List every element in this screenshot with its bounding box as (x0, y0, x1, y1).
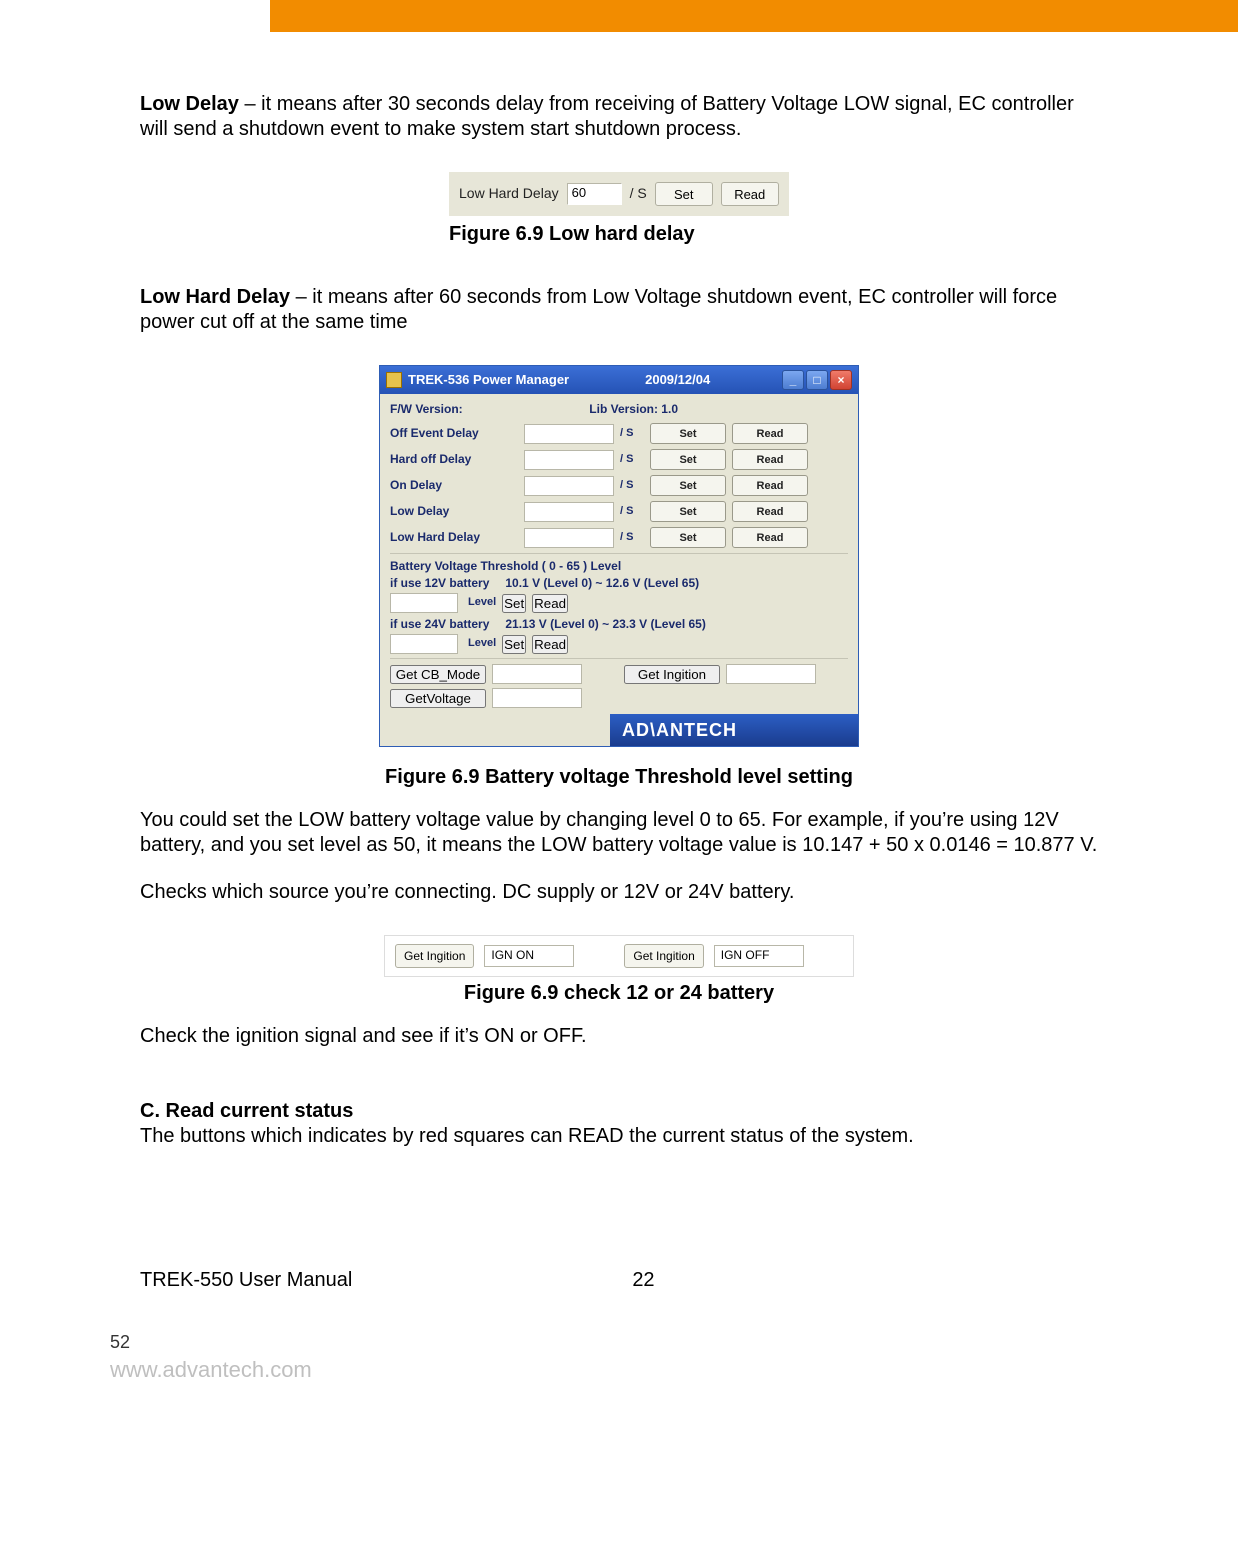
header-cutout (0, 0, 270, 32)
read-button[interactable]: Read (732, 501, 808, 522)
input-on-delay[interactable] (524, 476, 614, 496)
source-check-paragraph: Checks which source you’re connecting. D… (140, 880, 1098, 905)
input-off-event-delay[interactable] (524, 424, 614, 444)
bv24-level-input[interactable] (390, 634, 458, 654)
lbl-hard-off-delay: Hard off Delay (390, 452, 518, 467)
page-number-bottom-left: 52 (110, 1332, 1238, 1353)
lbl-low-hard-delay: Low Hard Delay (390, 530, 518, 545)
set-button[interactable]: Set (650, 423, 726, 444)
ignition-check-paragraph: Check the ignition signal and see if it’… (140, 1024, 1098, 1049)
bv12-level-label: Level (468, 596, 496, 610)
minimize-icon[interactable]: _ (782, 370, 804, 390)
section-c-heading: C. Read current status (140, 1100, 353, 1122)
lbl-on-delay: On Delay (390, 478, 518, 493)
low-hard-delay-term: Low Hard Delay (140, 286, 290, 308)
pm-fw-label: F/W Version: (390, 402, 463, 417)
row-on-delay: On Delay / S Set Read (390, 475, 848, 496)
set-button[interactable]: Set (650, 475, 726, 496)
lhd-set-button[interactable]: Set (655, 182, 713, 206)
lhd-label: Low Hard Delay (459, 185, 559, 203)
pm-title: TREK-536 Power Manager (408, 372, 569, 388)
unit-text: / S (620, 479, 644, 493)
set-button[interactable]: Set (650, 449, 726, 470)
low-delay-paragraph: Low Delay – it means after 30 seconds de… (140, 92, 1098, 142)
read-button[interactable]: Read (732, 475, 808, 496)
bv24-range: 21.13 V (Level 0) ~ 23.3 V (Level 65) (505, 617, 705, 632)
bv12-line: if use 12V battery 10.1 V (Level 0) ~ 12… (390, 576, 848, 591)
set-button[interactable]: Set (650, 527, 726, 548)
figure-6-9-caption-3: Figure 6.9 check 12 or 24 battery (384, 981, 854, 1006)
divider (390, 658, 848, 660)
maximize-icon[interactable]: □ (806, 370, 828, 390)
bv12-read-button[interactable]: Read (532, 594, 568, 613)
level-explanation-paragraph: You could set the LOW battery voltage va… (140, 808, 1098, 858)
section-c-text: The buttons which indicates by red squar… (140, 1125, 914, 1147)
unit-text: / S (620, 505, 644, 519)
low-delay-text: – it means after 30 seconds delay from r… (140, 93, 1074, 140)
pm-date: 2009/12/04 (645, 372, 710, 388)
manual-title: TREK-550 User Manual (140, 1269, 352, 1292)
figure-6-9-caption-2: Figure 6.9 Battery voltage Threshold lev… (140, 765, 1098, 790)
ignition-value-off: IGN OFF (714, 945, 804, 967)
advantech-logo-bar: AD\ANTECH (380, 714, 858, 746)
get-ignition-button[interactable]: Get Ingition (624, 665, 720, 684)
power-manager-screenshot: TREK-536 Power Manager 2009/12/04 _ □ × … (379, 365, 859, 747)
lhd-read-button[interactable]: Read (721, 182, 779, 206)
footer-url: www.advantech.com (110, 1357, 1238, 1383)
low-delay-term: Low Delay (140, 93, 239, 115)
lhd-unit: / S (630, 185, 647, 203)
read-button[interactable]: Read (732, 423, 808, 444)
get-voltage-button[interactable]: GetVoltage (390, 689, 486, 708)
low-hard-delay-paragraph: Low Hard Delay – it means after 60 secon… (140, 285, 1098, 335)
cb-mode-readout (492, 664, 582, 684)
app-icon (386, 372, 402, 388)
row-low-hard-delay: Low Hard Delay / S Set Read (390, 527, 848, 548)
section-c-paragraph: C. Read current status The buttons which… (140, 1099, 1098, 1149)
ignition-value-on: IGN ON (484, 945, 574, 967)
unit-text: / S (620, 427, 644, 441)
divider (390, 553, 848, 555)
lbl-off-event-delay: Off Event Delay (390, 426, 518, 441)
ignition-screenshot: Get Ingition IGN ON Get Ingition IGN OFF (384, 935, 854, 977)
bv12-range: 10.1 V (Level 0) ~ 12.6 V (Level 65) (505, 576, 699, 591)
input-low-hard-delay[interactable] (524, 528, 614, 548)
input-low-delay[interactable] (524, 502, 614, 522)
bv-threshold-header: Battery Voltage Threshold ( 0 - 65 ) Lev… (390, 559, 848, 574)
row-off-event-delay: Off Event Delay / S Set Read (390, 423, 848, 444)
input-hard-off-delay[interactable] (524, 450, 614, 470)
bv24-line: if use 24V battery 21.13 V (Level 0) ~ 2… (390, 617, 848, 632)
bv24-read-button[interactable]: Read (532, 635, 568, 654)
page-number-center: 22 (632, 1269, 654, 1292)
header-banner (0, 0, 1238, 32)
close-icon[interactable]: × (830, 370, 852, 390)
read-button[interactable]: Read (732, 527, 808, 548)
advantech-logo-text: AD\ANTECH (610, 714, 858, 746)
unit-text: / S (620, 453, 644, 467)
get-cb-mode-button[interactable]: Get CB_Mode (390, 665, 486, 684)
footer-manual-row: TREK-550 User Manual 22 (0, 1269, 1238, 1292)
row-hard-off-delay: Hard off Delay / S Set Read (390, 449, 848, 470)
get-ignition-button-1[interactable]: Get Ingition (395, 944, 474, 968)
bv24-label: if use 24V battery (390, 617, 489, 632)
pm-lib-label: Lib Version: 1.0 (589, 402, 848, 417)
voltage-readout (492, 688, 582, 708)
unit-text: / S (620, 531, 644, 545)
bv12-label: if use 12V battery (390, 576, 489, 591)
bv12-set-button[interactable]: Set (502, 594, 526, 613)
figure-6-9-caption-1: Figure 6.9 Low hard delay (449, 222, 789, 247)
bv24-set-button[interactable]: Set (502, 635, 526, 654)
bv24-level-label: Level (468, 637, 496, 651)
bv12-level-input[interactable] (390, 593, 458, 613)
pm-titlebar: TREK-536 Power Manager 2009/12/04 _ □ × (380, 366, 858, 394)
lhd-input[interactable]: 60 (567, 183, 622, 205)
footer-bottom: 52 www.advantech.com (0, 1292, 1238, 1383)
lbl-low-delay: Low Delay (390, 504, 518, 519)
get-ignition-button-2[interactable]: Get Ingition (624, 944, 703, 968)
low-hard-delay-screenshot: Low Hard Delay 60 / S Set Read (449, 172, 789, 216)
read-button[interactable]: Read (732, 449, 808, 470)
set-button[interactable]: Set (650, 501, 726, 522)
ignition-readout (726, 664, 816, 684)
row-low-delay: Low Delay / S Set Read (390, 501, 848, 522)
